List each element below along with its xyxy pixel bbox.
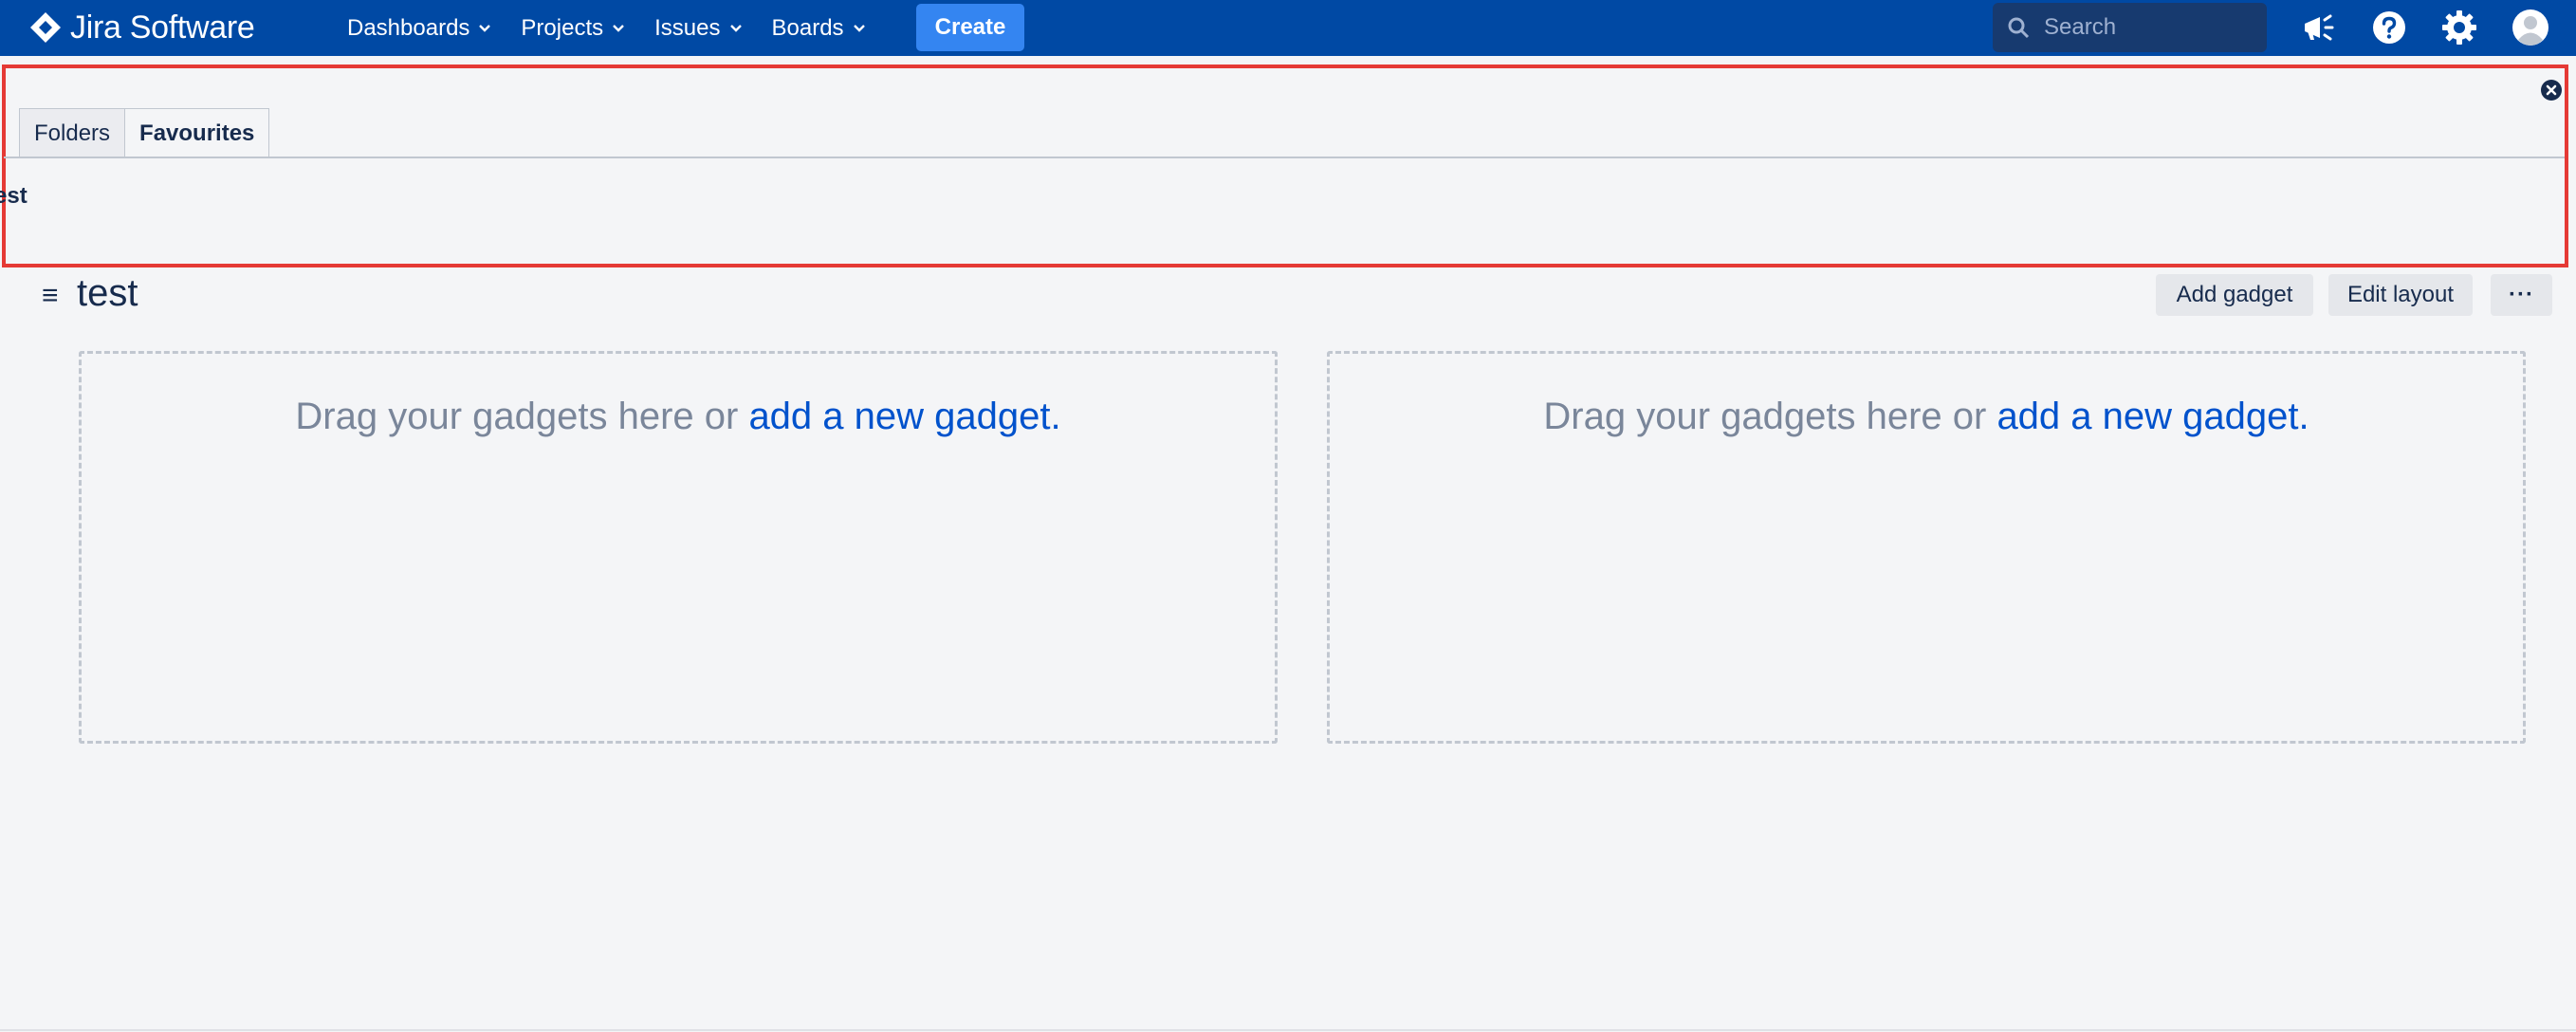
nav-boards-label: Boards — [771, 14, 844, 41]
panel-tabs: Folders Favourites — [19, 108, 270, 157]
dropzone-message: Drag your gadgets here or add a new gadg… — [1330, 396, 2523, 438]
footer-divider — [0, 1029, 2576, 1031]
avatar-icon — [2512, 9, 2548, 46]
tab-folders[interactable]: Folders — [19, 108, 126, 157]
notifications-button[interactable] — [2297, 7, 2339, 48]
nav-boards[interactable]: Boards — [772, 15, 867, 42]
nav-projects[interactable]: Projects — [521, 15, 626, 42]
top-navigation: Jira Software Dashboards Projects Issues… — [0, 0, 2576, 56]
page-title: test — [77, 272, 138, 314]
nav-dashboards-label: Dashboards — [347, 14, 470, 41]
gadget-column-right[interactable]: Drag your gadgets here or add a new gadg… — [1327, 351, 2526, 744]
close-icon — [2546, 84, 2557, 96]
search-placeholder: Search — [2044, 14, 2117, 40]
nav-issues-label: Issues — [654, 14, 721, 41]
nav-dashboards[interactable]: Dashboards — [347, 15, 492, 42]
main-menu: Dashboards Projects Issues Boards — [347, 0, 895, 56]
chevron-down-icon — [479, 24, 491, 32]
help-icon — [2373, 11, 2405, 44]
profile-button[interactable] — [2510, 7, 2551, 48]
add-new-gadget-link[interactable]: add a new gadget. — [748, 396, 1060, 437]
dropzone-prompt: Drag your gadgets here or — [295, 396, 749, 437]
logo-text: Jira Software — [70, 9, 255, 46]
search-input[interactable]: Search — [1993, 3, 2267, 52]
add-new-gadget-link[interactable]: add a new gadget. — [1996, 396, 2309, 437]
search-icon — [2008, 17, 2030, 39]
gadget-column-left[interactable]: Drag your gadgets here or add a new gadg… — [79, 351, 1278, 744]
tab-favourites[interactable]: Favourites — [125, 108, 270, 157]
nav-projects-label: Projects — [521, 14, 604, 41]
gear-icon — [2442, 10, 2476, 45]
help-button[interactable] — [2368, 7, 2410, 48]
favourite-dashboard-link[interactable]: test — [0, 183, 28, 210]
dropzone-prompt: Drag your gadgets here or — [1543, 396, 1997, 437]
jira-diamond-icon — [30, 12, 61, 43]
nav-issues[interactable]: Issues — [654, 15, 743, 42]
chevron-down-icon — [613, 24, 624, 32]
chevron-down-icon — [853, 24, 865, 32]
more-actions-button[interactable]: ··· — [2491, 274, 2552, 316]
add-gadget-button[interactable]: Add gadget — [2156, 274, 2313, 316]
dashboards-dropdown-panel — [2, 64, 2568, 267]
chevron-down-icon — [729, 24, 742, 32]
dropzone-message: Drag your gadgets here or add a new gadg… — [82, 396, 1275, 438]
megaphone-icon — [2305, 14, 2334, 41]
edit-layout-button[interactable]: Edit layout — [2328, 274, 2473, 316]
create-button[interactable]: Create — [916, 4, 1024, 51]
jira-logo[interactable]: Jira Software — [28, 8, 255, 47]
close-panel-button[interactable] — [2541, 80, 2562, 101]
tab-divider — [4, 157, 2565, 158]
sidebar-toggle-button[interactable]: ≡ — [42, 280, 59, 312]
settings-button[interactable] — [2438, 7, 2480, 48]
